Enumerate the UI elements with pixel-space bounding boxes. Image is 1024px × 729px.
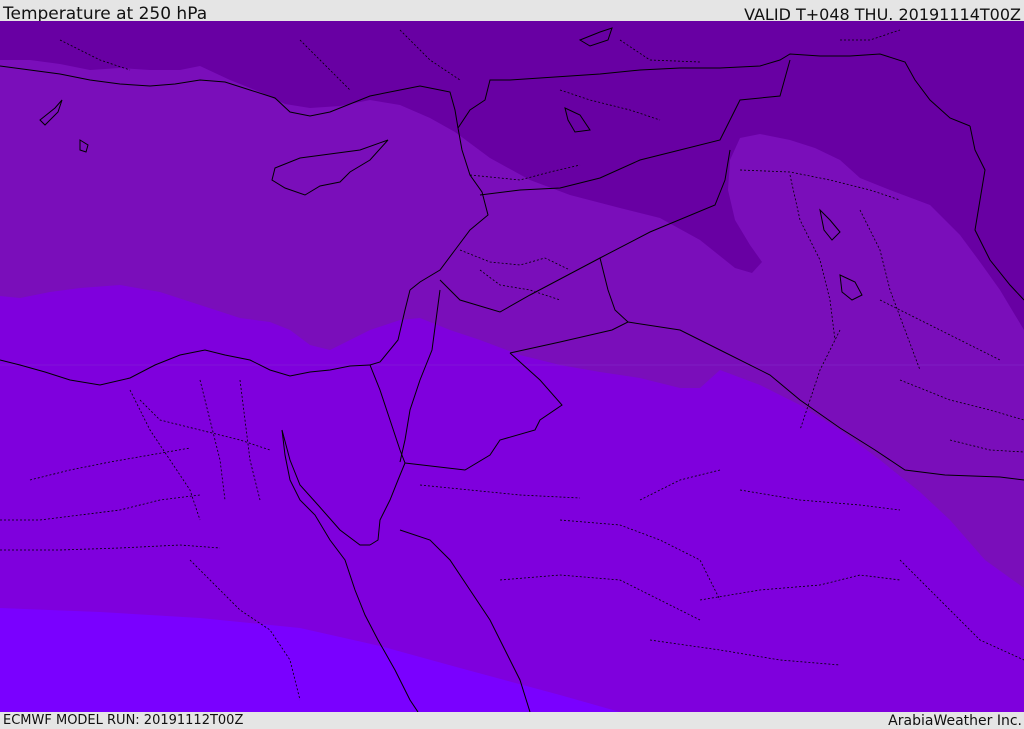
credit-label: ArabiaWeather Inc. <box>888 713 1022 729</box>
model-run-label: ECMWF MODEL RUN: 20191112T00Z <box>3 713 244 728</box>
map-canvas <box>0 21 1024 712</box>
header-bar: Temperature at 250 hPa VALID T+048 THU. … <box>0 0 1024 24</box>
footer-bar: ECMWF MODEL RUN: 20191112T00Z ArabiaWeat… <box>0 712 1024 729</box>
map-frame: Temperature at 250 hPa VALID T+048 THU. … <box>0 0 1024 729</box>
map-svg <box>0 21 1024 712</box>
